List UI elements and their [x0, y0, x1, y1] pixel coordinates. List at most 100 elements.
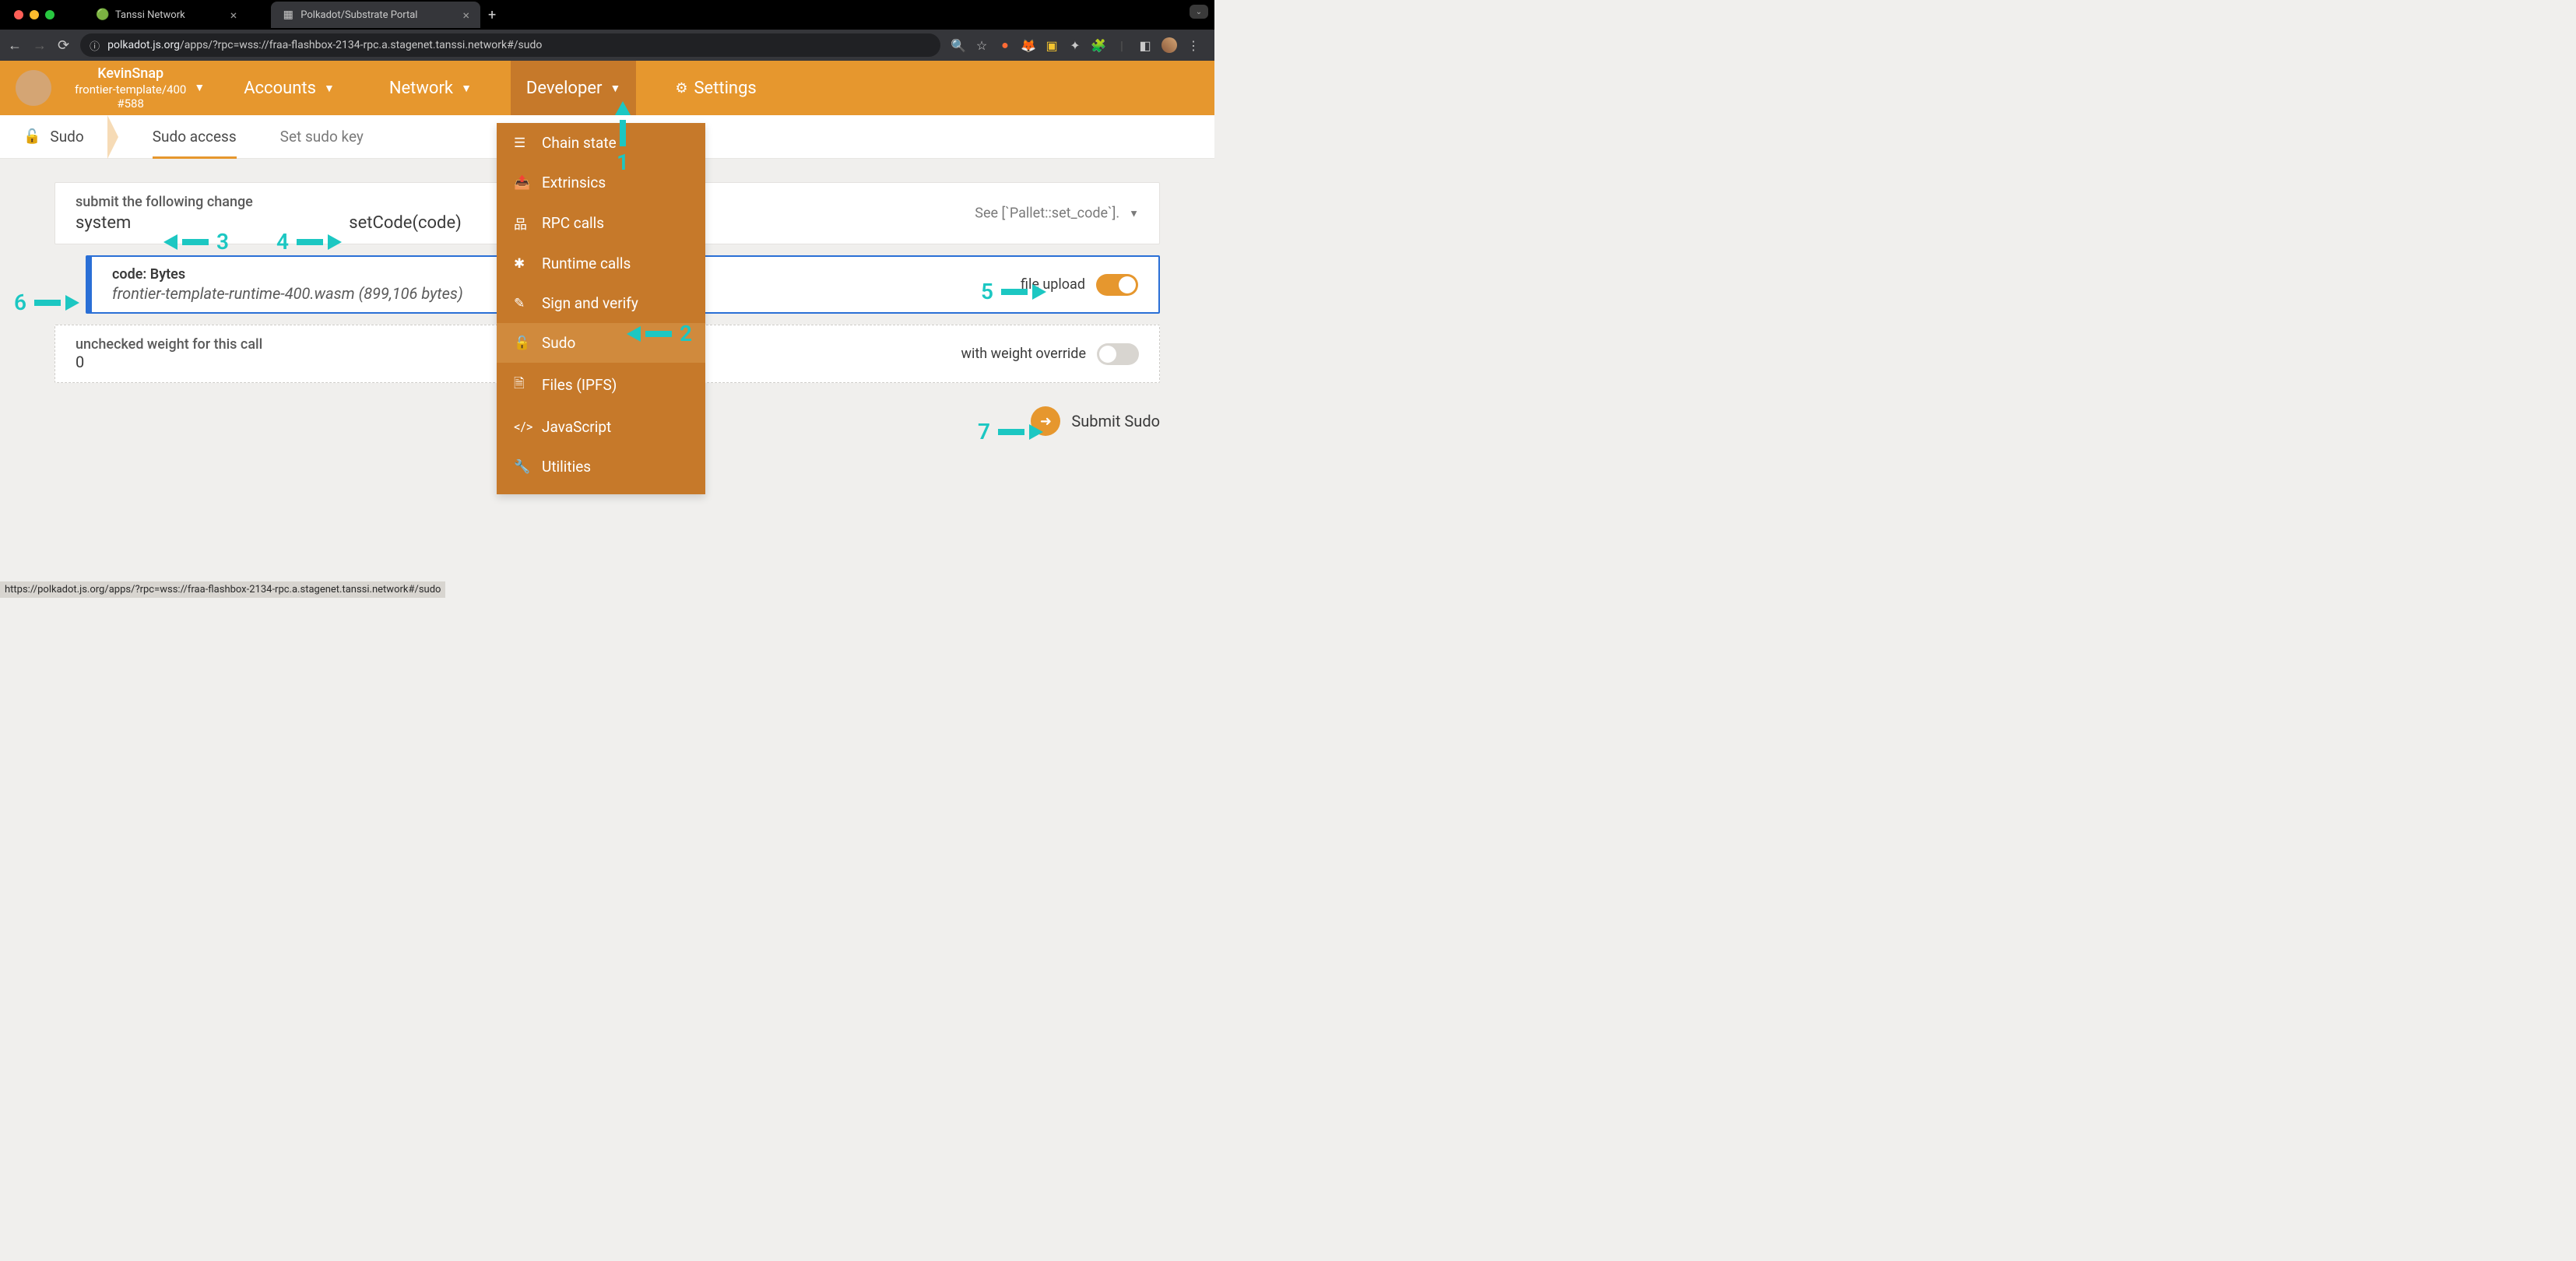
toolbar-icons: 🔍 ☆ ● 🦊 ▣ ✦ 🧩 | ◧ ⋮	[951, 37, 1207, 53]
dd-label: Runtime calls	[542, 255, 631, 272]
bookmark-icon[interactable]: ☆	[975, 38, 989, 52]
window-close-button[interactable]	[14, 10, 23, 19]
file-upload-group: file upload	[1021, 274, 1138, 296]
extension-4-icon[interactable]: ✦	[1068, 38, 1082, 52]
zoom-icon[interactable]: 🔍	[951, 38, 965, 52]
dd-label: RPC calls	[542, 214, 604, 232]
status-bar: https://polkadot.js.org/apps/?rpc=wss://…	[0, 581, 445, 598]
weight-override-label: with weight override	[961, 346, 1086, 362]
gear-icon: ⚙	[675, 80, 687, 97]
nav-label: Accounts	[244, 79, 316, 98]
method-select[interactable]: setCode(code)	[349, 213, 461, 233]
chain-spec: frontier-template/400	[75, 83, 186, 97]
chevron-down-icon: ▼	[461, 82, 472, 95]
status-url: https://polkadot.js.org/apps/?rpc=wss://…	[5, 584, 441, 595]
browser-tab-tanssi[interactable]: 🟢 Tanssi Network ×	[86, 2, 248, 28]
pallet-select[interactable]: system	[76, 213, 131, 233]
extensions-menu-icon[interactable]: 🧩	[1091, 38, 1105, 52]
site-info-icon[interactable]: ⓘ	[90, 38, 100, 53]
profile-avatar[interactable]	[1161, 37, 1177, 53]
browser-tab-polkadot[interactable]: ▦ Polkadot/Substrate Portal ×	[271, 2, 480, 28]
tab-bar: 🟢 Tanssi Network × ▦ Polkadot/Substrate …	[0, 0, 1214, 30]
kebab-menu-icon[interactable]: ⋮	[1186, 38, 1200, 52]
network-icon: 品	[514, 213, 529, 233]
developer-dropdown: ☰ Chain state 📤 Extrinsics 品 RPC calls ✱ Run…	[497, 123, 705, 494]
tab-label: Set sudo key	[280, 128, 364, 146]
extension-3-icon[interactable]: ▣	[1045, 38, 1059, 52]
file-icon: 🗎	[514, 374, 529, 396]
tab-title: Tanssi Network	[115, 9, 185, 21]
dd-label: JavaScript	[542, 418, 611, 436]
chain-name: KevinSnap	[75, 65, 186, 83]
dd-sign-verify[interactable]: ✎ Sign and verify	[497, 283, 705, 323]
nav-settings[interactable]: ⚙ Settings	[659, 79, 771, 98]
extension-metamask-icon[interactable]: 🦊	[1021, 38, 1035, 52]
chevron-down-icon: ▼	[610, 82, 620, 95]
database-icon: ☰	[514, 135, 529, 151]
forward-button[interactable]: →	[33, 37, 47, 54]
window-maximize-button[interactable]	[45, 10, 54, 19]
favicon-polkadot: ▦	[282, 9, 294, 21]
method-docs[interactable]: See [`Pallet::set_code`]. ▼	[975, 205, 1139, 222]
browser-toolbar: ← → ⟳ ⓘ polkadot.js.org/apps/?rpc=wss://…	[0, 30, 1214, 61]
dd-javascript[interactable]: </> JavaScript	[497, 407, 705, 447]
block-number: #588	[75, 97, 186, 111]
chain-logo[interactable]	[16, 70, 51, 106]
dd-label: Files (IPFS)	[542, 376, 617, 394]
dd-utilities[interactable]: 🔧Utilities	[497, 447, 705, 486]
submit-sudo-button[interactable]: ➜ Submit Sudo	[1031, 406, 1160, 436]
weight-override-toggle[interactable]	[1097, 343, 1139, 365]
window-minimize-button[interactable]	[30, 10, 39, 19]
nav-label: Network	[389, 79, 453, 98]
tab-set-sudo-key[interactable]: Set sudo key	[258, 115, 385, 159]
app-header: KevinSnap frontier-template/400 #588 ▼ A…	[0, 61, 1214, 115]
new-tab-button[interactable]: +	[480, 7, 504, 23]
code-icon: </>	[514, 420, 529, 435]
dd-extrinsics[interactable]: 📤 Extrinsics	[497, 163, 705, 202]
dd-label: Sign and verify	[542, 294, 638, 312]
dd-runtime-calls[interactable]: ✱ Runtime calls	[497, 244, 705, 283]
nav-accounts[interactable]: Accounts ▼	[228, 61, 350, 115]
traffic-lights	[6, 10, 62, 19]
breadcrumb-root: Sudo	[50, 128, 83, 146]
divider: |	[1115, 38, 1129, 52]
tab-close-icon[interactable]: ×	[462, 8, 469, 23]
dd-label: Sudo	[542, 334, 575, 352]
dd-label: Extrinsics	[542, 174, 606, 191]
submit-label: Submit Sudo	[1071, 412, 1160, 430]
browser-chrome: 🟢 Tanssi Network × ▦ Polkadot/Substrate …	[0, 0, 1214, 61]
reload-button[interactable]: ⟳	[58, 37, 69, 54]
dd-sudo[interactable]: 🔓 Sudo	[497, 323, 705, 363]
address-bar[interactable]: ⓘ polkadot.js.org/apps/?rpc=wss://fraa-f…	[80, 33, 940, 57]
bolt-icon: ✱	[514, 256, 529, 272]
nav-label: Developer	[526, 79, 603, 98]
tab-title: Polkadot/Substrate Portal	[300, 9, 417, 21]
inbox-icon: 📤	[514, 175, 529, 191]
toggle-knob	[1119, 276, 1136, 293]
extension-polkadot-icon[interactable]: ●	[998, 38, 1012, 52]
dd-files[interactable]: 🗎 Files (IPFS)	[497, 363, 705, 407]
wrench-icon: 🔧	[514, 459, 529, 475]
window-dropdown[interactable]: ⌄	[1190, 5, 1208, 19]
url-text: polkadot.js.org/apps/?rpc=wss://fraa-fla…	[107, 39, 542, 51]
dd-rpc-calls[interactable]: 品 RPC calls	[497, 202, 705, 244]
unlock-icon: 🔓	[23, 128, 40, 145]
nav-developer[interactable]: Developer ▼	[511, 61, 636, 115]
sign-icon: ✎	[514, 296, 529, 311]
dd-chain-state[interactable]: ☰ Chain state	[497, 123, 705, 163]
file-upload-toggle[interactable]	[1096, 274, 1138, 296]
weight-override-group: with weight override	[961, 343, 1139, 365]
back-button[interactable]: ←	[8, 37, 22, 54]
dd-label: Chain state	[542, 134, 617, 152]
nav-network[interactable]: Network ▼	[374, 61, 487, 115]
breadcrumb-separator	[107, 115, 131, 159]
tab-close-icon[interactable]: ×	[230, 8, 237, 23]
tab-label: Sudo access	[153, 128, 237, 146]
sidepanel-icon[interactable]: ◧	[1138, 38, 1152, 52]
chain-selector[interactable]: KevinSnap frontier-template/400 #588 ▼	[75, 65, 205, 111]
chevron-down-icon: ▼	[1129, 207, 1139, 220]
file-upload-label: file upload	[1021, 276, 1085, 293]
unlock-icon: 🔓	[514, 335, 529, 351]
docs-text: See [`Pallet::set_code`].	[975, 205, 1119, 222]
tab-sudo-access[interactable]: Sudo access	[131, 115, 258, 159]
